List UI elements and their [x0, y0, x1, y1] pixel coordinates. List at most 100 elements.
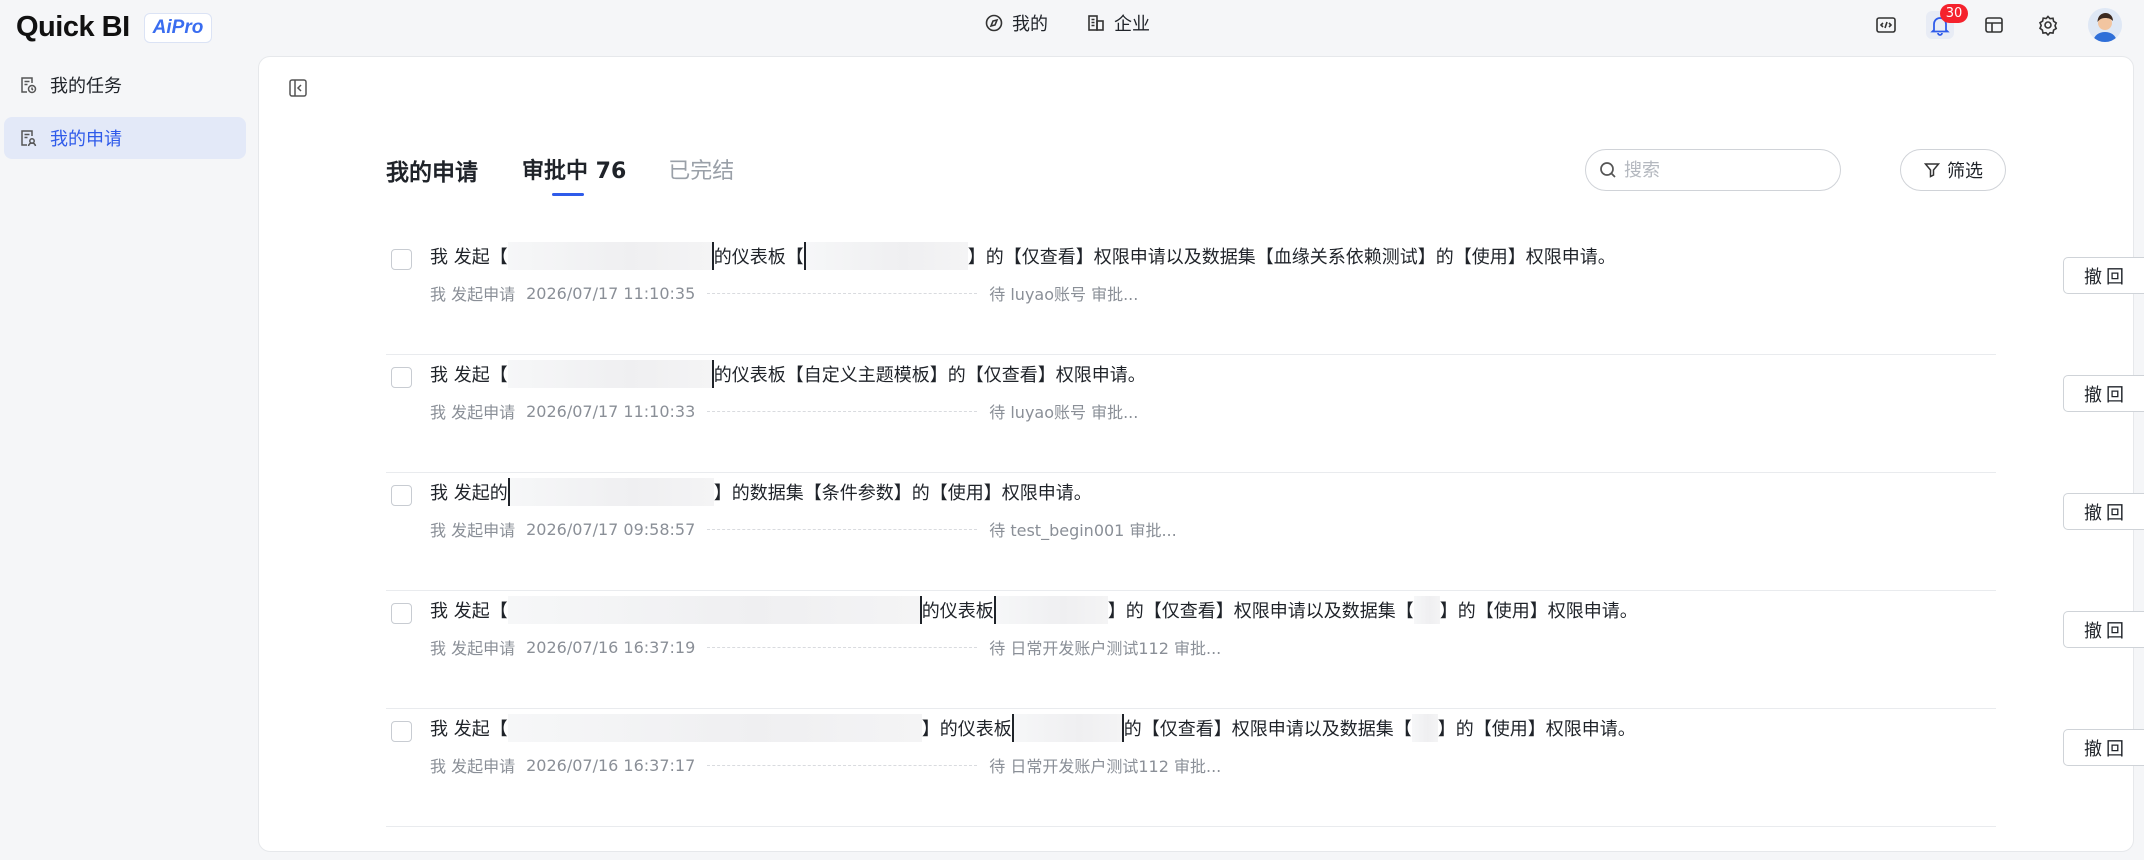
- row-checkbox[interactable]: [391, 367, 412, 388]
- list-item: 我 发起【 】的仪表板 的【仅查看】权限申请以及数据集【 】的【使用】权限申请。…: [386, 709, 2144, 827]
- revoke-button[interactable]: 撤回: [2063, 257, 2144, 294]
- row-meta: 我 发起申请 2026/07/17 11:10:35 待 luyao账号 审批.…: [430, 281, 1138, 305]
- revoke-button[interactable]: 撤回: [2063, 729, 2144, 766]
- logo[interactable]: Quick BI AiPro: [16, 11, 213, 44]
- filter-icon: [1923, 163, 1941, 178]
- building-icon: [1088, 15, 1104, 31]
- list-item: 我 发起【 的仪表板 】的【仅查看】权限申请以及数据集【 】的【使用】权限申请。…: [386, 591, 2144, 709]
- redacted-text: [1011, 714, 1124, 742]
- redacted-text: [507, 360, 714, 388]
- timestamp: 2026/07/17 11:10:35: [526, 283, 696, 303]
- divider: [707, 646, 978, 648]
- search-box[interactable]: [1585, 149, 1841, 191]
- tab-in-approval[interactable]: 审批中 76: [522, 153, 626, 196]
- divider: [707, 410, 978, 412]
- revoke-button[interactable]: 撤回: [2063, 493, 2144, 530]
- applicant: 我 发起申请: [430, 639, 516, 658]
- title-text: 的【仅查看】权限申请以及数据集【: [1123, 719, 1412, 740]
- title-text: 】的数据集【条件参数】的【使用】权限申请。: [713, 483, 1092, 504]
- top-bar: Quick BI AiPro 我的 企业 30: [0, 0, 2144, 52]
- row-checkbox[interactable]: [391, 721, 412, 742]
- user-avatar[interactable]: [2088, 8, 2122, 42]
- developer-button[interactable]: [1872, 11, 1900, 39]
- row-title: 我 发起【 的仪表板【 】的【仅查看】权限申请以及数据集【血缘关系依赖测试】的【…: [430, 242, 1616, 270]
- title-text: 我 发起【: [430, 365, 508, 386]
- row-title: 我 发起的 】的数据集【条件参数】的【使用】权限申请。: [430, 478, 1092, 506]
- notification-badge: 30: [1940, 4, 1968, 23]
- title-text: 我 发起【: [430, 601, 508, 622]
- sidebar: 我的任务 我的申请: [0, 64, 250, 170]
- timestamp: 2026/07/16 16:37:17: [526, 755, 696, 775]
- row-checkbox[interactable]: [391, 249, 412, 270]
- divider: [707, 528, 978, 530]
- approval-status: 待 test_begin001 审批...: [989, 521, 1177, 540]
- row-checkbox[interactable]: [391, 603, 412, 624]
- logo-text: Quick BI: [16, 11, 130, 43]
- title-text: 的仪表板【自定义主题模板】的【仅查看】权限申请。: [713, 365, 1146, 386]
- applicant: 我 发起申请: [430, 403, 516, 422]
- notifications-button[interactable]: 30: [1926, 4, 1968, 39]
- search-icon: [1600, 162, 1616, 178]
- approval-status: 待 luyao账号 审批...: [989, 285, 1139, 304]
- workspace-button[interactable]: [1980, 11, 2008, 39]
- redacted-text: [507, 714, 922, 742]
- settings-button[interactable]: [2034, 11, 2062, 39]
- task-icon: [21, 77, 37, 94]
- compass-icon: [985, 14, 1003, 32]
- code-window-icon: [1876, 17, 1896, 33]
- row-meta: 我 发起申请 2026/07/17 11:10:33 待 luyao账号 审批.…: [430, 399, 1138, 423]
- divider: [707, 292, 978, 294]
- list-item: 我 发起【 的仪表板【 】的【仅查看】权限申请以及数据集【血缘关系依赖测试】的【…: [386, 237, 2144, 355]
- tab-bar: 我的申请 审批中 76 已完结: [386, 153, 776, 196]
- revoke-button[interactable]: 撤回: [2063, 611, 2144, 648]
- revoke-button[interactable]: 撤回: [2063, 375, 2144, 412]
- timestamp: 2026/07/16 16:37:19: [526, 637, 696, 657]
- title-text: 】的仪表板: [921, 719, 1012, 740]
- row-meta: 我 发起申请 2026/07/17 09:58:57 待 test_begin0…: [430, 517, 1177, 541]
- row-meta: 我 发起申请 2026/07/16 16:37:17 待 日常开发账户测试112…: [430, 753, 1221, 777]
- top-right-tools: 30: [1872, 4, 2122, 42]
- title-text: 】的【使用】权限申请。: [1439, 601, 1638, 622]
- apply-icon: [21, 130, 37, 147]
- sidebar-item-label: 我的申请: [50, 129, 122, 150]
- row-title: 我 发起【 】的仪表板 的【仅查看】权限申请以及数据集【 】的【使用】权限申请。: [430, 714, 1636, 742]
- main-panel: 我的申请 审批中 76 已完结 筛选 我 发起【 的仪表板【 】的【仅查看】权限…: [258, 56, 2144, 852]
- redacted-text: [803, 242, 968, 270]
- redacted-text: [507, 596, 922, 624]
- timestamp: 2026/07/17 11:10:33: [526, 401, 696, 421]
- title-text: 我 发起【: [430, 247, 508, 268]
- gear-icon: [2038, 15, 2058, 36]
- sidebar-item-my-tasks[interactable]: 我的任务: [4, 64, 246, 106]
- title-text: 我 发起的: [430, 483, 508, 504]
- row-checkbox[interactable]: [391, 485, 412, 506]
- filter-button[interactable]: 筛选: [1900, 149, 2006, 191]
- avatar-icon: [2088, 8, 2122, 42]
- title-text: 的仪表板: [921, 601, 994, 622]
- redacted-text: [1413, 596, 1440, 624]
- title-text: 】的【仅查看】权限申请以及数据集【: [1107, 601, 1414, 622]
- applicant: 我 发起申请: [430, 285, 516, 304]
- row-meta: 我 发起申请 2026/07/16 16:37:19 待 日常开发账户测试112…: [430, 635, 1221, 659]
- collapse-sidebar-icon[interactable]: [287, 77, 309, 99]
- applicant: 我 发起申请: [430, 757, 516, 776]
- filter-label: 筛选: [1947, 161, 1983, 182]
- redacted-text: [1411, 714, 1438, 742]
- title-text: 的仪表板【: [713, 247, 804, 268]
- nav-item-label: 我的: [1012, 14, 1048, 35]
- tab-completed[interactable]: 已完结: [668, 153, 734, 185]
- top-nav: 我的 企业: [984, 10, 1150, 36]
- nav-item-label: 企业: [1114, 14, 1150, 35]
- timestamp: 2026/07/17 09:58:57: [526, 519, 696, 539]
- nav-item-mine[interactable]: 我的: [984, 10, 1048, 36]
- sidebar-item-label: 我的任务: [50, 76, 122, 97]
- sidebar-item-my-applications[interactable]: 我的申请: [4, 117, 246, 159]
- applicant: 我 发起申请: [430, 521, 516, 540]
- logo-badge: AiPro: [143, 12, 213, 43]
- redacted-text: [507, 242, 714, 270]
- title-text: 】的【使用】权限申请。: [1437, 719, 1636, 740]
- row-title: 我 发起【 的仪表板【自定义主题模板】的【仅查看】权限申请。: [430, 360, 1146, 388]
- page-title: 我的申请: [386, 160, 478, 186]
- approval-status: 待 日常开发账户测试112 审批...: [989, 757, 1222, 776]
- nav-item-enterprise[interactable]: 企业: [1086, 10, 1150, 36]
- search-input[interactable]: [1624, 159, 1824, 181]
